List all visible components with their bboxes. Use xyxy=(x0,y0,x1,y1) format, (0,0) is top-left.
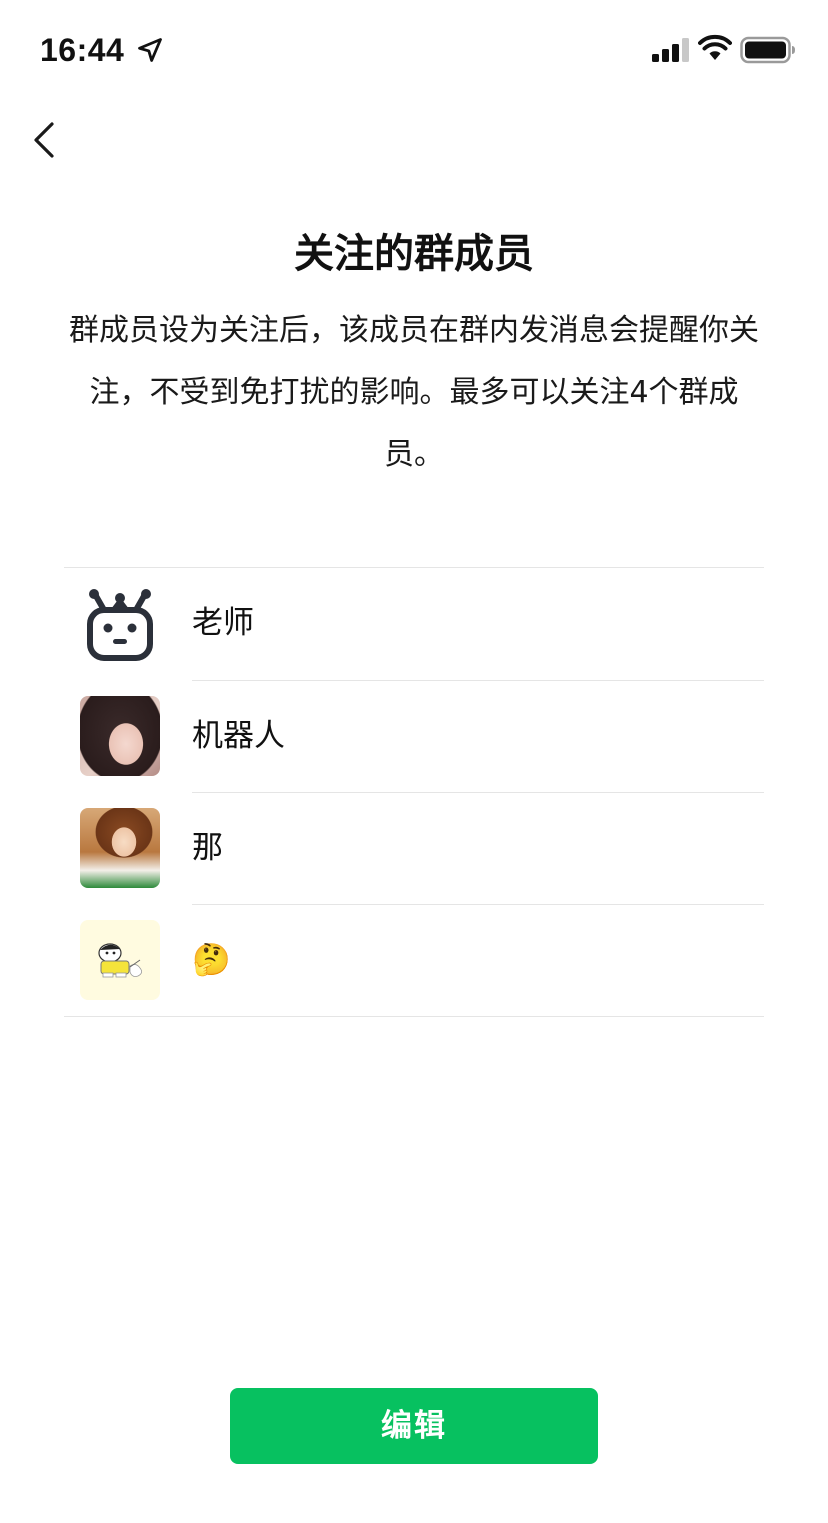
member-item-teacher[interactable]: 老师 xyxy=(64,568,764,680)
member-name: 老师 xyxy=(192,605,254,641)
photo-avatar xyxy=(80,696,160,776)
member-name-cell: 那 xyxy=(192,792,764,904)
edit-button[interactable]: 编辑 xyxy=(230,1388,598,1464)
status-bar: 16:44 xyxy=(0,0,828,100)
member-name-cell: 机器人 xyxy=(192,680,764,792)
member-name: 那 xyxy=(192,830,223,866)
member-name-cell: 🤔 xyxy=(192,904,764,1016)
member-name: 🤔 xyxy=(192,942,231,978)
cellular-signal-icon xyxy=(652,38,689,62)
back-button[interactable] xyxy=(24,112,72,168)
member-item-thinking[interactable]: 🤔 xyxy=(64,904,764,1016)
member-name-cell: 老师 xyxy=(192,568,764,680)
battery-icon xyxy=(740,36,795,64)
cartoon-avatar xyxy=(80,920,160,1000)
cartoon-character-icon xyxy=(98,943,142,978)
robot-avatar xyxy=(80,584,160,664)
member-item-robot[interactable]: 机器人 xyxy=(64,680,764,792)
member-list: 老师 机器人 那 🤔 xyxy=(64,567,764,1017)
robot-face-icon xyxy=(87,589,153,661)
chevron-left-icon xyxy=(34,122,54,158)
status-time: 16:44 xyxy=(40,32,125,68)
location-arrow-icon xyxy=(138,38,162,62)
page-title: 关注的群成员 xyxy=(294,231,534,277)
wifi-icon xyxy=(698,34,732,60)
page-description: 群成员设为关注后，该成员在群内发消息会提醒你关注，不受到免打扰的影响。最多可以关… xyxy=(69,313,759,472)
member-item-na[interactable]: 那 xyxy=(64,792,764,904)
member-name: 机器人 xyxy=(192,718,285,754)
photo-avatar xyxy=(80,808,160,888)
